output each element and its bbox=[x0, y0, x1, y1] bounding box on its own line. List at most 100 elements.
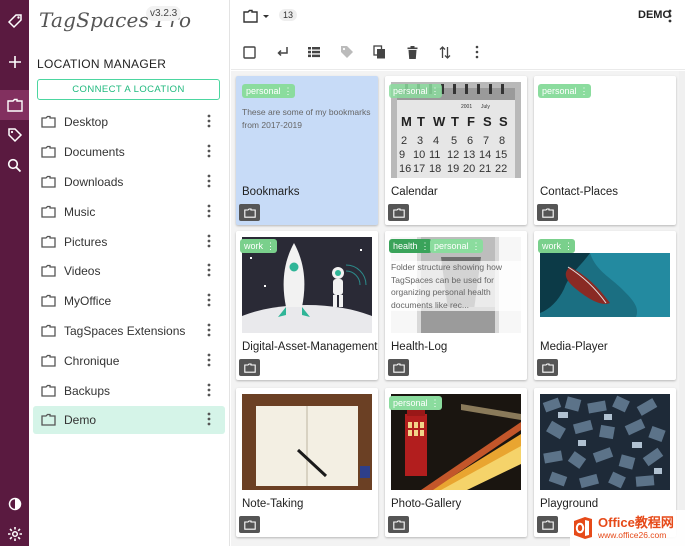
folder-icon bbox=[537, 204, 558, 221]
location-item-tagspaces-extensions[interactable]: TagSpaces Extensions bbox=[33, 317, 225, 345]
card-name: Media-Player bbox=[540, 341, 608, 353]
grid-card-media-player[interactable]: work ⋮ Media-Player bbox=[534, 231, 676, 380]
location-item-downloads[interactable]: Downloads bbox=[33, 168, 225, 196]
grid-card-photo-gallery[interactable]: personal ⋮ Photo-Gallery bbox=[385, 388, 527, 537]
folder-icon bbox=[239, 204, 260, 221]
watermark-url: www.office26.com bbox=[598, 530, 667, 540]
location-name: Videos bbox=[64, 264, 101, 278]
more-vert-icon[interactable] bbox=[207, 144, 211, 163]
location-folder-icon bbox=[41, 235, 56, 253]
calendar-weekday: F bbox=[467, 114, 475, 129]
theme-toggle-icon[interactable] bbox=[0, 489, 29, 519]
item-count-badge: 13 bbox=[279, 9, 298, 21]
tag-logo-icon[interactable] bbox=[0, 6, 29, 36]
tag-chip[interactable]: personal ⋮ bbox=[242, 84, 295, 98]
folder-icon[interactable] bbox=[0, 90, 29, 120]
calendar-day: 3 bbox=[417, 135, 423, 147]
more-vert-icon[interactable] bbox=[207, 114, 211, 133]
location-folder-icon bbox=[41, 294, 56, 312]
calendar-day: 20 bbox=[463, 163, 475, 175]
more-vert-icon[interactable] bbox=[207, 323, 211, 342]
location-name: Desktop bbox=[64, 115, 109, 129]
grid-card-bookmarks[interactable]: personal ⋮ These are some of my bookmarks… bbox=[236, 76, 378, 225]
calendar-day: 7 bbox=[483, 135, 489, 147]
location-item-music[interactable]: Music bbox=[33, 198, 225, 226]
folder-navigation-button[interactable] bbox=[241, 6, 275, 26]
grid-card-digital-asset-management[interactable]: work ⋮ Digital-Asset-Management bbox=[236, 231, 378, 380]
grid-card-note-taking[interactable]: Note-Taking bbox=[236, 388, 378, 537]
location-item-videos[interactable]: Videos bbox=[33, 257, 225, 285]
tag-label: personal bbox=[393, 398, 428, 408]
tags-icon[interactable] bbox=[0, 120, 29, 150]
location-manager-title: LOCATION MANAGER bbox=[37, 57, 167, 71]
tag-files-icon[interactable] bbox=[338, 43, 356, 61]
folder-icon bbox=[388, 516, 409, 533]
parent-folder-icon[interactable] bbox=[273, 43, 291, 61]
location-item-backups[interactable]: Backups bbox=[33, 377, 225, 405]
plus-icon[interactable] bbox=[0, 47, 29, 77]
more-vert-icon[interactable] bbox=[469, 43, 485, 61]
grid-scrollbar[interactable] bbox=[679, 71, 685, 546]
location-name: Chronique bbox=[64, 354, 120, 368]
tag-chip[interactable]: personal ⋮ bbox=[389, 84, 442, 98]
card-name: Note-Taking bbox=[242, 498, 304, 510]
folder-icon bbox=[537, 359, 558, 376]
location-folder-icon bbox=[41, 115, 56, 133]
location-item-desktop[interactable]: Desktop bbox=[33, 108, 225, 136]
more-vert-icon[interactable] bbox=[207, 263, 211, 282]
calendar-month: July bbox=[481, 104, 490, 110]
more-vert-icon[interactable] bbox=[664, 8, 676, 24]
location-name: Backups bbox=[64, 384, 111, 398]
tag-chip[interactable]: personal ⋮ bbox=[430, 239, 483, 253]
delete-icon[interactable] bbox=[403, 43, 421, 61]
location-name: TagSpaces Extensions bbox=[64, 324, 186, 338]
tag-label: work bbox=[244, 241, 264, 251]
tag-label: personal bbox=[434, 241, 469, 251]
tag-chip[interactable]: health ⋮ bbox=[389, 239, 432, 253]
more-vert-icon[interactable] bbox=[207, 293, 211, 312]
select-all-checkbox-icon[interactable] bbox=[240, 43, 258, 61]
location-item-pictures[interactable]: Pictures bbox=[33, 228, 225, 256]
location-folder-icon bbox=[41, 324, 56, 342]
calendar-day: 12 bbox=[447, 149, 459, 161]
location-item-documents[interactable]: Documents bbox=[33, 138, 225, 166]
location-name: Demo bbox=[64, 413, 97, 427]
more-vert-icon[interactable] bbox=[207, 412, 211, 431]
tag-chip[interactable]: personal ⋮ bbox=[389, 396, 442, 410]
copy-move-icon[interactable] bbox=[370, 43, 388, 61]
tag-label: personal bbox=[393, 86, 428, 96]
sort-icon[interactable] bbox=[436, 43, 454, 61]
office-logo-icon bbox=[574, 517, 592, 539]
left-rail bbox=[0, 0, 29, 546]
settings-icon[interactable] bbox=[0, 519, 29, 546]
tag-label: health bbox=[393, 241, 418, 251]
tag-chip[interactable]: work ⋮ bbox=[538, 239, 576, 253]
more-vert-icon[interactable] bbox=[207, 383, 211, 402]
calendar-day: 17 bbox=[413, 163, 425, 175]
more-vert-icon[interactable] bbox=[207, 353, 211, 372]
location-folder-icon bbox=[41, 264, 56, 282]
location-folder-icon bbox=[41, 205, 56, 223]
list-view-icon[interactable] bbox=[305, 43, 323, 61]
grid-card-health-log[interactable]: health ⋮ personal ⋮ Folder structure showi… bbox=[385, 231, 527, 380]
location-item-myoffice[interactable]: MyOffice bbox=[33, 287, 225, 315]
calendar-day: 18 bbox=[429, 163, 441, 175]
tag-chip[interactable]: work ⋮ bbox=[240, 239, 278, 253]
calendar-weekday: S bbox=[483, 114, 492, 129]
more-vert-icon[interactable] bbox=[207, 204, 211, 223]
more-vert-icon[interactable] bbox=[207, 234, 211, 253]
card-name: Contact-Places bbox=[540, 186, 618, 198]
grid-card-calendar[interactable]: July 2001 M T W T F S S 2 3 4 5 6 7 8 9 … bbox=[385, 76, 527, 225]
connect-location-button[interactable]: CONNECT A LOCATION bbox=[37, 79, 220, 100]
location-item-chronique[interactable]: Chronique bbox=[33, 347, 225, 375]
calendar-day: 2 bbox=[401, 135, 407, 147]
grid-card-contact-places[interactable]: personal ⋮ Contact-Places bbox=[534, 76, 676, 225]
location-item-demo[interactable]: Demo bbox=[33, 406, 225, 434]
location-manager-panel: TagSpaces Pro v3.2.3 LOCATION MANAGER CO… bbox=[29, 0, 230, 546]
more-vert-icon[interactable] bbox=[207, 174, 211, 193]
tag-chip[interactable]: personal ⋮ bbox=[538, 84, 591, 98]
calendar-weekday: T bbox=[451, 114, 459, 129]
location-name: Documents bbox=[64, 145, 125, 159]
card-thumbnail bbox=[540, 394, 670, 490]
search-icon[interactable] bbox=[0, 150, 29, 180]
